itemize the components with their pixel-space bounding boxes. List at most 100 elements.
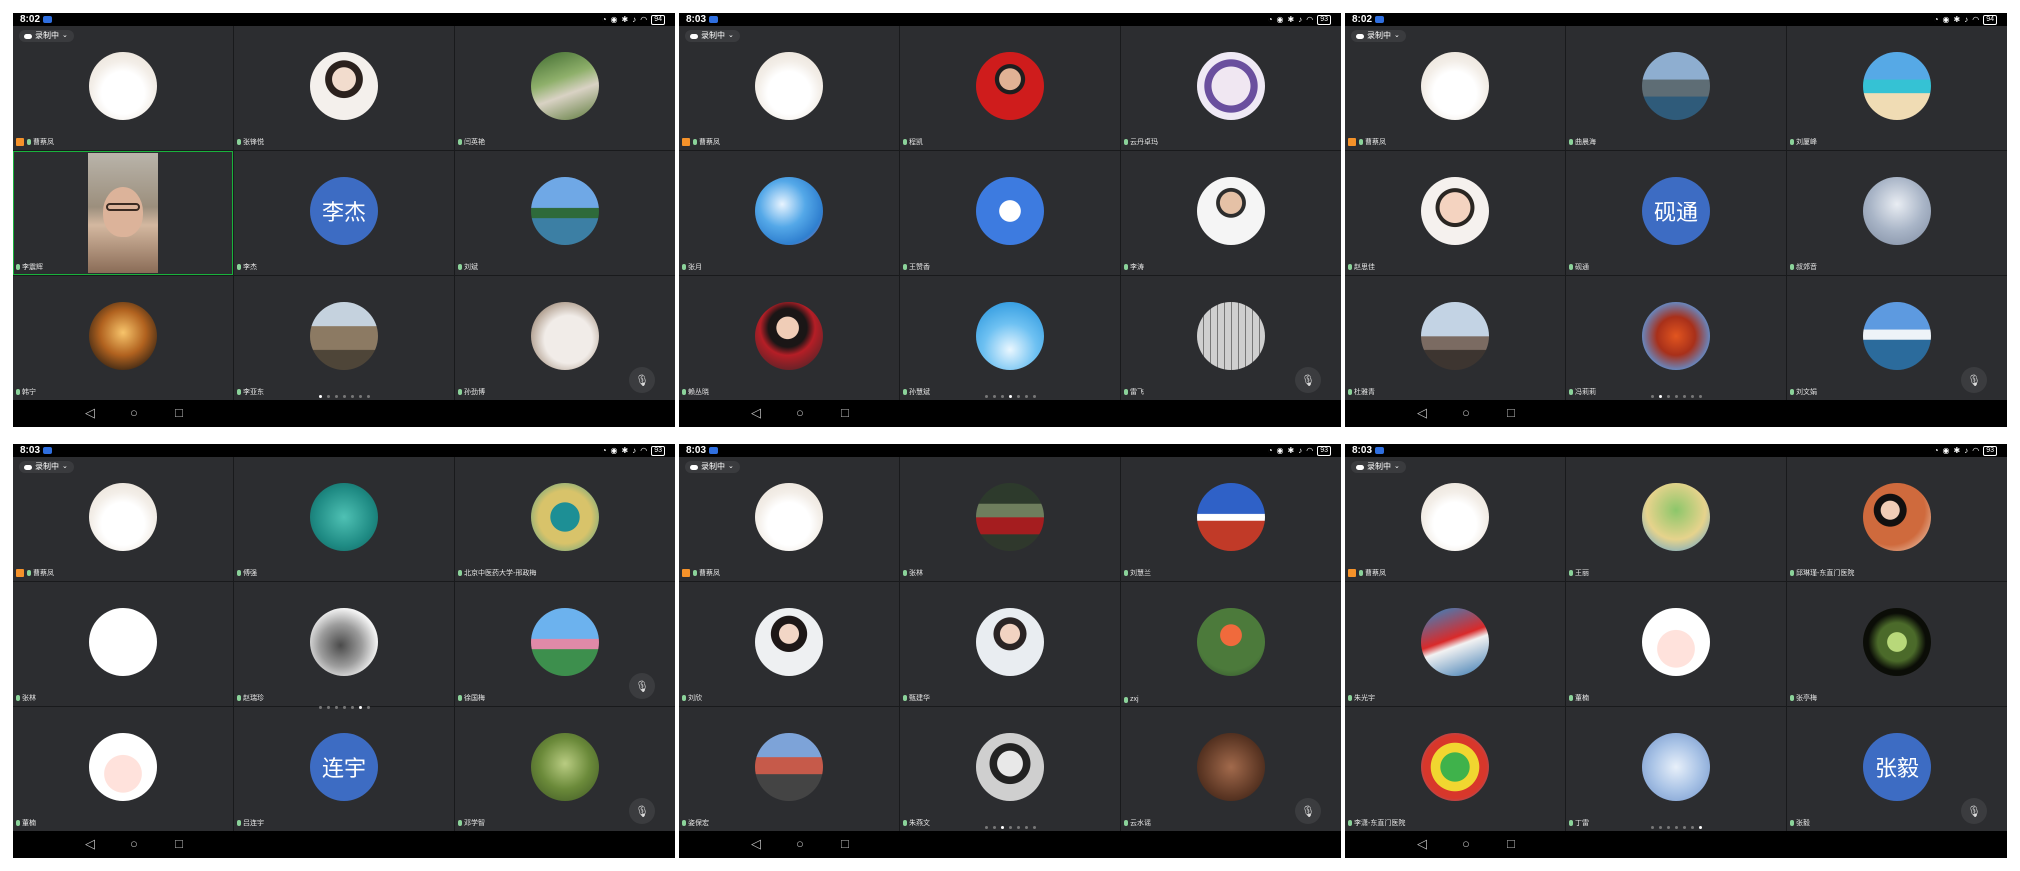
recording-indicator[interactable]: 录制中 ⌄	[19, 30, 74, 42]
page-dot[interactable]	[1024, 826, 1028, 829]
participant-tile[interactable]: 冯莉莉	[1566, 276, 1786, 400]
microphone-button[interactable]: 🎙	[629, 367, 655, 393]
participant-tile[interactable]: 李震辉	[13, 151, 233, 275]
participant-tile[interactable]: zxj	[1121, 582, 1341, 706]
participant-tile[interactable]: 赵思佳	[1345, 151, 1565, 275]
participant-tile[interactable]: 杜雅青	[1345, 276, 1565, 400]
participant-tile[interactable]: 张林	[13, 582, 233, 706]
page-dot[interactable]	[1016, 395, 1020, 398]
participant-tile[interactable]: 王赞香	[900, 151, 1120, 275]
page-dot[interactable]	[1658, 826, 1662, 829]
back-icon[interactable]: ◁	[751, 406, 761, 420]
recents-icon[interactable]: □	[1507, 837, 1515, 851]
page-dot[interactable]	[1008, 395, 1012, 398]
home-icon[interactable]: ○	[796, 837, 804, 851]
page-indicator[interactable]	[679, 826, 1341, 829]
page-dot[interactable]	[1000, 826, 1004, 829]
participant-tile[interactable]: 朱光宇	[1345, 582, 1565, 706]
participant-tile[interactable]: 刘慧兰	[1121, 457, 1341, 581]
page-dot[interactable]	[1674, 395, 1678, 398]
participant-tile[interactable]: 刘厦峰	[1787, 26, 2007, 150]
home-icon[interactable]: ○	[1462, 406, 1470, 420]
page-dot[interactable]	[992, 826, 996, 829]
page-dot[interactable]	[1674, 826, 1678, 829]
participant-tile[interactable]: 傅强	[234, 457, 454, 581]
page-dot[interactable]	[1698, 395, 1702, 398]
home-icon[interactable]: ○	[130, 406, 138, 420]
participant-tile[interactable]: 北京中医药大学-邢政梅	[455, 457, 675, 581]
participant-tile[interactable]: 张锋悦	[234, 26, 454, 150]
participant-tile[interactable]: 曹蔡凤 录制中 ⌄	[679, 26, 899, 150]
page-dot[interactable]	[350, 706, 354, 709]
recents-icon[interactable]: □	[841, 406, 849, 420]
participant-tile[interactable]: 张林	[900, 457, 1120, 581]
home-icon[interactable]: ○	[130, 837, 138, 851]
page-dot[interactable]	[350, 395, 354, 398]
recording-indicator[interactable]: 录制中 ⌄	[1351, 461, 1406, 473]
participant-tile[interactable]: 刘欣	[679, 582, 899, 706]
microphone-button[interactable]: 🎙	[1961, 798, 1987, 824]
participant-tile[interactable]: 甄建华	[900, 582, 1120, 706]
participant-tile[interactable]: 赖丛晓	[679, 276, 899, 400]
back-icon[interactable]: ◁	[85, 837, 95, 851]
page-dot[interactable]	[984, 395, 988, 398]
participant-tile[interactable]: 曹蔡凤 录制中 ⌄	[679, 457, 899, 581]
page-dot[interactable]	[318, 395, 322, 398]
participant-tile[interactable]: 叔郊音	[1787, 151, 2007, 275]
page-dot[interactable]	[1032, 395, 1036, 398]
page-dot[interactable]	[1024, 395, 1028, 398]
recording-indicator[interactable]: 录制中 ⌄	[685, 461, 740, 473]
recents-icon[interactable]: □	[1507, 406, 1515, 420]
participant-tile[interactable]: 朱燕文	[900, 707, 1120, 831]
page-dot[interactable]	[1666, 395, 1670, 398]
page-dot[interactable]	[984, 826, 988, 829]
page-dot[interactable]	[1650, 826, 1654, 829]
participant-tile[interactable]: 孙慧斌	[900, 276, 1120, 400]
page-dot[interactable]	[1658, 395, 1662, 398]
page-dot[interactable]	[342, 706, 346, 709]
recording-indicator[interactable]: 录制中 ⌄	[685, 30, 740, 42]
participant-tile[interactable]: 董楠	[1566, 582, 1786, 706]
page-dot[interactable]	[992, 395, 996, 398]
participant-tile[interactable]: 曲晨海	[1566, 26, 1786, 150]
page-indicator[interactable]	[1345, 395, 2007, 398]
page-dot[interactable]	[1690, 826, 1694, 829]
participant-tile[interactable]: 程凯	[900, 26, 1120, 150]
participant-tile[interactable]: 李潇-东直门医院	[1345, 707, 1565, 831]
participant-tile[interactable]: 张亭梅	[1787, 582, 2007, 706]
page-dot[interactable]	[1698, 826, 1702, 829]
page-dot[interactable]	[334, 706, 338, 709]
participant-tile[interactable]: 曹蔡凤 录制中 ⌄	[13, 457, 233, 581]
back-icon[interactable]: ◁	[1417, 406, 1427, 420]
page-indicator[interactable]	[1345, 826, 2007, 829]
page-dot[interactable]	[1016, 826, 1020, 829]
recents-icon[interactable]: □	[841, 837, 849, 851]
participant-tile[interactable]: 闫英艳	[455, 26, 675, 150]
page-indicator[interactable]	[13, 395, 675, 398]
participant-tile[interactable]: 云丹卓玛	[1121, 26, 1341, 150]
recents-icon[interactable]: □	[175, 406, 183, 420]
back-icon[interactable]: ◁	[85, 406, 95, 420]
participant-tile[interactable]: 连宇 吕连宇	[234, 707, 454, 831]
page-indicator[interactable]	[679, 395, 1341, 398]
page-dot[interactable]	[326, 395, 330, 398]
microphone-button[interactable]: 🎙	[1295, 367, 1321, 393]
microphone-button[interactable]: 🎙	[1295, 798, 1321, 824]
page-dot[interactable]	[1682, 395, 1686, 398]
participant-tile[interactable]: 李涛	[1121, 151, 1341, 275]
page-dot[interactable]	[326, 706, 330, 709]
page-dot[interactable]	[1682, 826, 1686, 829]
page-dot[interactable]	[1000, 395, 1004, 398]
participant-tile[interactable]: 董楠	[13, 707, 233, 831]
page-dot[interactable]	[342, 395, 346, 398]
page-dot[interactable]	[318, 706, 322, 709]
participant-tile[interactable]: 王丽	[1566, 457, 1786, 581]
recording-indicator[interactable]: 录制中 ⌄	[1351, 30, 1406, 42]
home-icon[interactable]: ○	[1462, 837, 1470, 851]
page-indicator[interactable]	[13, 706, 675, 709]
page-dot[interactable]	[1666, 826, 1670, 829]
microphone-button[interactable]: 🎙	[629, 798, 655, 824]
page-dot[interactable]	[1690, 395, 1694, 398]
participant-tile[interactable]: 赵瑞珍	[234, 582, 454, 706]
page-dot[interactable]	[1032, 826, 1036, 829]
